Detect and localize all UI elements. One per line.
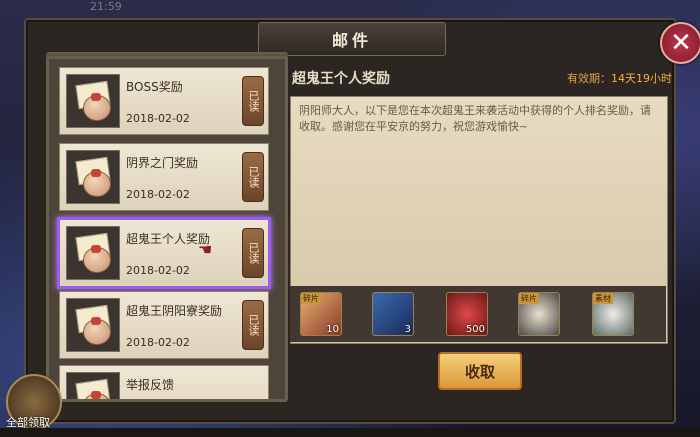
shard-badge: 碎片 (301, 293, 321, 304)
mail-gift-icon (66, 74, 120, 128)
blue-scroll-icon[interactable]: 3 (372, 292, 414, 336)
reward-count: 10 (326, 324, 339, 335)
collect-button[interactable]: 收取 (438, 352, 522, 390)
red-magatama-icon[interactable]: 500 (446, 292, 488, 336)
detail-title: 超鬼王个人奖励 (292, 71, 390, 87)
daruma-shard-icon[interactable]: 碎片 (518, 292, 560, 336)
read-status-tag: 已读 (242, 152, 264, 202)
mail-item-yin-gate-reward[interactable]: 阴界之门奖励 2018-02-02 已读 (59, 143, 269, 211)
mail-item-ghost-king-guild-reward[interactable]: 超鬼王阴阳寮奖励 2018-02-02 已读 (59, 291, 269, 359)
validity-value: 14天19小时 (611, 72, 672, 85)
bottom-bar (0, 428, 700, 437)
read-status-tag: 已读 (242, 228, 264, 278)
read-status-tag: 已读 (242, 300, 264, 350)
window-title-bar: 邮件 (258, 22, 446, 56)
mail-date: 2018-02-02 (126, 112, 190, 125)
validity-label: 有效期： (567, 72, 611, 85)
shard-badge: 碎片 (519, 293, 539, 304)
mail-title: 举报反馈 (126, 378, 175, 392)
mail-detail: 超鬼王个人奖励 有效期：14天19小时 阴阳师大人，以下是您在本次超鬼王来袭活动… (286, 60, 672, 400)
mail-date: 2018-02-02 (126, 264, 190, 277)
mail-date: 2018-02-02 (126, 336, 190, 349)
mail-date: 2018-02-02 (126, 188, 190, 201)
mail-gift-icon (66, 150, 120, 204)
mail-gift-icon (66, 226, 120, 280)
mail-title: 阴界之门奖励 (126, 156, 199, 170)
mail-title: 超鬼王阴阳寮奖励 (126, 304, 223, 318)
character-shard-icon[interactable]: 碎片 10 (300, 292, 342, 336)
mail-gift-icon (66, 372, 120, 399)
mail-item-ghost-king-personal-reward[interactable]: 超鬼王个人奖励 2018-02-02 已读 ☚ (57, 217, 271, 289)
reward-count: 500 (465, 324, 485, 335)
daruma-material-icon[interactable]: 素材 (592, 292, 634, 336)
validity: 有效期：14天19小时 (567, 70, 672, 86)
mail-title: BOSS奖励 (126, 80, 183, 94)
mail-list[interactable]: BOSS奖励 2018-02-02 已读 阴界之门奖励 2018-02-02 已… (46, 56, 288, 402)
mail-item-boss-reward[interactable]: BOSS奖励 2018-02-02 已读 (59, 67, 269, 135)
top-status-text: 21:59 (90, 0, 122, 13)
close-button[interactable]: ✕ (660, 22, 700, 64)
read-status-tag: 已读 (242, 76, 264, 126)
mail-item-report-feedback[interactable]: 举报反馈 (59, 365, 269, 399)
mail-body-text: 阴阳师大人，以下是您在本次超鬼王来袭活动中获得的个人排名奖励，请收取。感谢您在平… (299, 104, 651, 133)
material-badge: 素材 (593, 293, 613, 304)
reward-count: 3 (404, 324, 411, 335)
close-icon: ✕ (670, 28, 692, 58)
hand-cursor-icon: ☚ (198, 240, 213, 259)
mail-gift-icon (66, 298, 120, 352)
window-title: 邮件 (331, 31, 372, 50)
